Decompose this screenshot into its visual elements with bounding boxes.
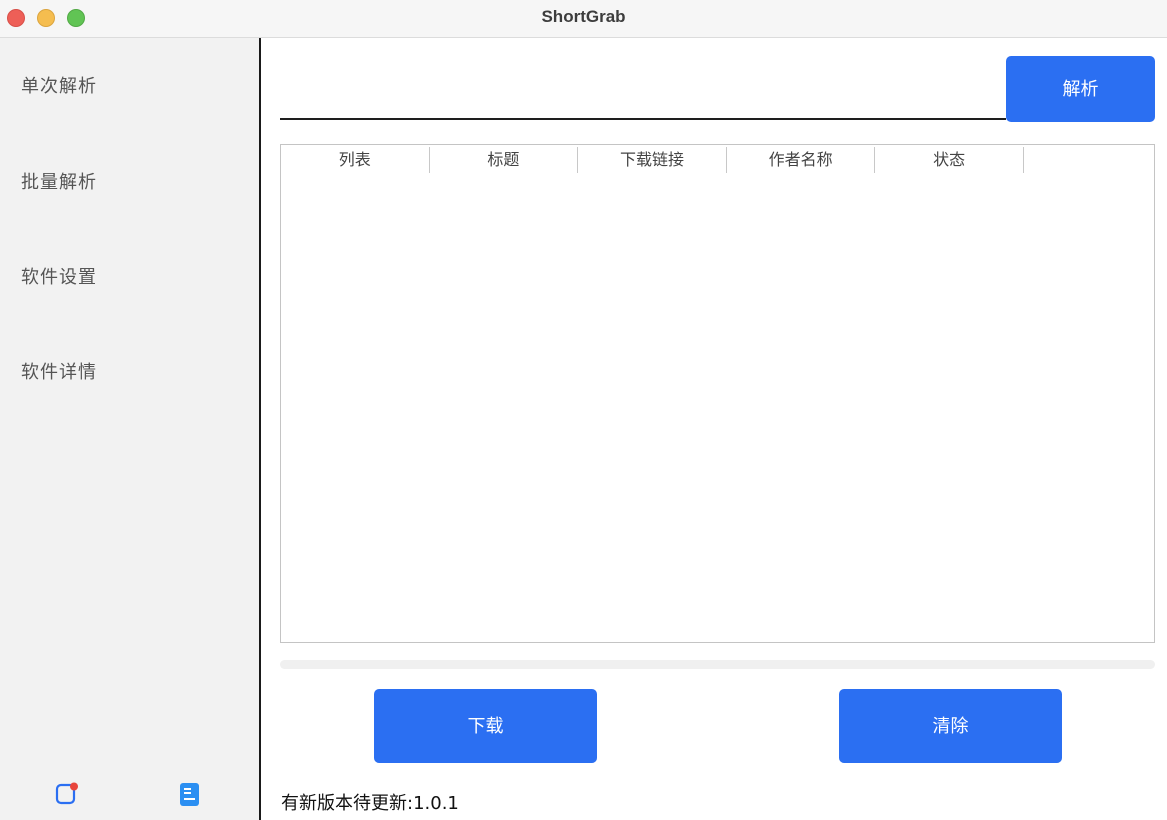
column-header-list[interactable]: 列表 [281,147,430,173]
column-header-status[interactable]: 状态 [875,147,1024,173]
app-window: ShortGrab 单次解析 批量解析 软件设置 软件详情 解析 列表 标题 下… [0,0,1167,820]
window-title: ShortGrab [541,7,626,26]
table-header: 列表 标题 下载链接 作者名称 状态 [281,145,1154,175]
update-status-text: 有新版本待更新:1.0.1 [281,793,459,814]
column-header-author[interactable]: 作者名称 [727,147,876,173]
main-panel: 解析 列表 标题 下载链接 作者名称 状态 下载 清除 有新版本待更新:1.0.… [262,38,1167,820]
results-table: 列表 标题 下载链接 作者名称 状态 [280,144,1155,643]
column-header-title[interactable]: 标题 [430,147,579,173]
download-button[interactable]: 下载 [374,689,597,763]
title-bar: ShortGrab [0,0,1167,38]
sidebar-item-about[interactable]: 软件详情 [21,358,97,384]
sidebar-item-batch-parse[interactable]: 批量解析 [21,168,97,194]
url-input[interactable] [280,56,1006,120]
sidebar: 单次解析 批量解析 软件设置 软件详情 [0,38,261,820]
notification-icon[interactable] [55,782,78,806]
sidebar-item-single-parse[interactable]: 单次解析 [21,72,97,98]
column-header-download-link[interactable]: 下载链接 [578,147,727,173]
horizontal-scrollbar[interactable] [280,660,1155,669]
document-icon[interactable] [178,782,200,806]
clear-button[interactable]: 清除 [839,689,1062,763]
parse-button[interactable]: 解析 [1006,56,1155,122]
sidebar-item-settings[interactable]: 软件设置 [21,263,97,289]
